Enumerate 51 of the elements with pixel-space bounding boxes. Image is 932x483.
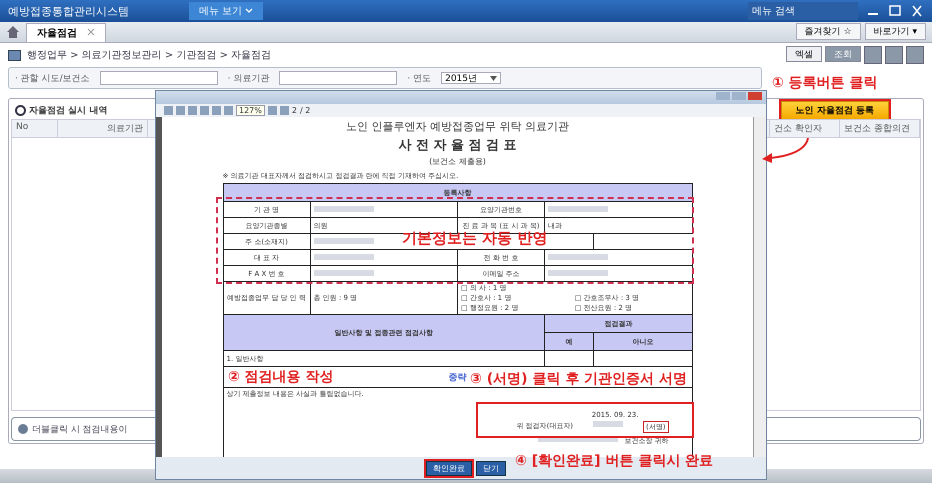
hint-text: 더블클릭 시 점검내용이 <box>32 424 128 436</box>
caret-icon <box>245 8 254 14</box>
panel-title: 자율점검 실시 내역 <box>29 104 108 116</box>
omitted-mark: 중략 <box>448 372 466 382</box>
menu-search-field[interactable]: 메뉴 검색 <box>748 2 858 20</box>
document-title: 사 전 자 율 점 검 표 <box>398 137 517 154</box>
annotation-text: ② 점검내용 작성 <box>228 368 334 386</box>
redacted-value <box>314 206 374 212</box>
filter-select[interactable] <box>100 71 218 85</box>
top-link[interactable]: 바로가기 ▾ <box>864 23 926 40</box>
breadcrumb: 행정업무 > 의료기관정보관리 > 기관점검 > 자율점검 <box>27 49 272 62</box>
annotation-text: ③ (서명) 클릭 후 기관인증서 서명 <box>470 370 688 388</box>
info-icon <box>18 424 28 434</box>
filter-label: · 연도 <box>407 72 432 84</box>
toolbar-button[interactable]: 엑셀 <box>786 46 822 62</box>
zoom-field[interactable]: 127% <box>236 105 265 116</box>
confirm-button[interactable]: 확인완료 <box>426 460 472 476</box>
column-header[interactable]: 건소 확인자 <box>770 120 840 137</box>
annotation-text: 기본정보는 자동 반영 <box>402 229 548 248</box>
scrollbar[interactable] <box>754 117 766 457</box>
register-button[interactable]: 노인 자율점검 등록 <box>780 100 889 120</box>
redacted-value <box>314 238 374 244</box>
annotation-text: ① 등록버튼 클릭 <box>772 74 878 92</box>
breadcrumb-icon <box>8 50 21 60</box>
document-heading: 노인 인플루엔자 예방접종업무 위탁 의료기관 <box>346 119 569 134</box>
redacted-value <box>314 270 374 276</box>
column-header[interactable]: 보건소 종합의견 <box>840 120 920 137</box>
column-header[interactable]: 의료기관 <box>58 120 148 137</box>
redacted-value <box>548 254 608 260</box>
year-select[interactable]: 2015년 <box>441 72 502 84</box>
menu-button[interactable]: 메뉴 보기 <box>189 2 264 20</box>
redacted-value <box>314 254 374 260</box>
redacted-value <box>548 270 608 276</box>
page-count: / 2 <box>300 106 310 115</box>
column-header[interactable]: No <box>12 120 58 137</box>
filter-select[interactable] <box>279 71 398 85</box>
home-icon[interactable] <box>6 25 20 39</box>
top-link[interactable]: 즐겨찾기 ☆ <box>796 23 861 40</box>
close-button[interactable]: 닫기 <box>476 460 506 476</box>
bullet-icon <box>15 104 26 116</box>
filter-label: · 의료기관 <box>228 72 270 84</box>
filter-label: · 관할 시도/보건소 <box>15 72 90 84</box>
arrow <box>760 138 812 164</box>
redacted-value <box>593 421 624 427</box>
document-subtitle: (보건소 제출용) <box>429 156 486 167</box>
tab[interactable]: 자율점검 <box>26 23 106 42</box>
annotation-text: ④ [확인완료] 버튼 클릭시 완료 <box>515 452 714 470</box>
app-title: 예방접종통합관리시스템 <box>8 4 129 18</box>
caret-icon <box>490 76 498 80</box>
redacted-value <box>548 206 608 212</box>
page-field[interactable]: 2 <box>292 106 297 115</box>
